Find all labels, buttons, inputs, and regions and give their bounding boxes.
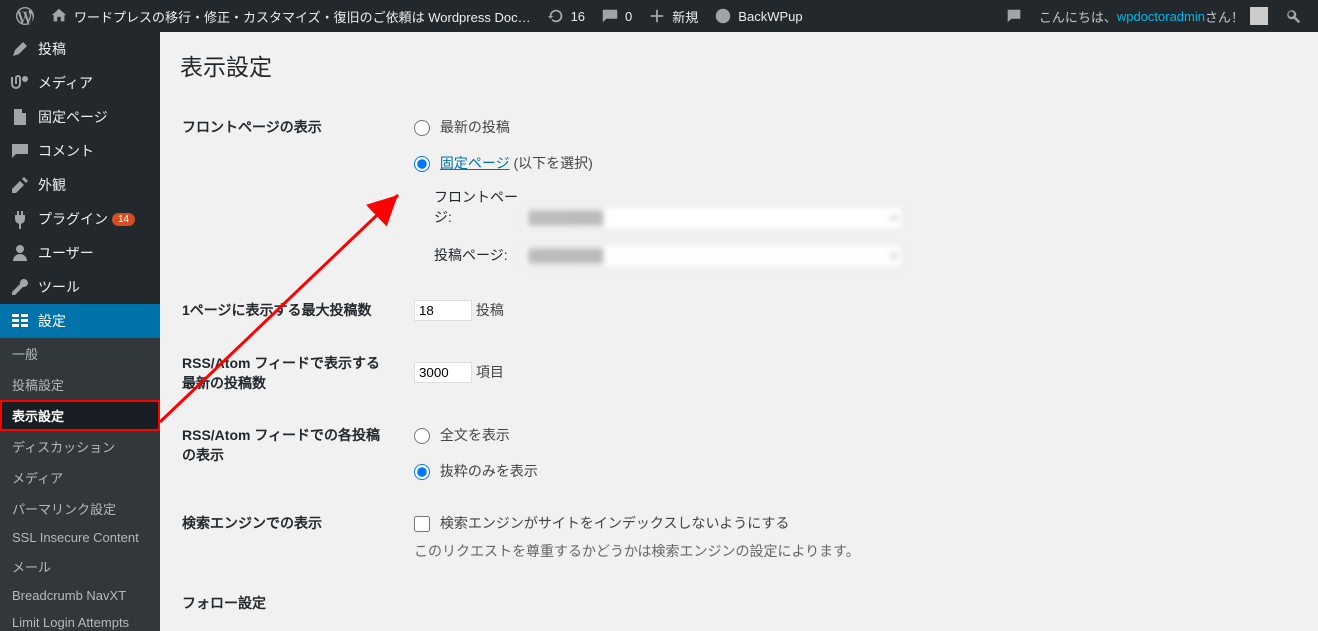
menu-pages[interactable]: 固定ページ xyxy=(0,100,160,134)
wp-logo[interactable] xyxy=(8,0,42,32)
frontpage-static-option[interactable]: 固定ページ (以下を選択) xyxy=(414,155,593,171)
admin-menu: 投稿 メディア 固定ページ コメント 外観 プラグイン14 ユーザー ツール 設… xyxy=(0,32,160,631)
greeting-prefix: こんにちは、 xyxy=(1039,7,1117,26)
search-toggle[interactable] xyxy=(1276,0,1310,32)
seo-description: このリクエストを尊重するかどうかは検索エンジンの設定によります。 xyxy=(414,541,1286,561)
content-area: 表示設定 フロントページの表示 最新の投稿 固定ページ (以下を選択) フロント… xyxy=(160,32,1318,631)
menu-appearance[interactable]: 外観 xyxy=(0,168,160,202)
submenu-permalink[interactable]: パーマリンク設定 xyxy=(0,493,160,524)
account-greeting[interactable]: こんにちは、 wpdoctoradmin さん！ xyxy=(1031,0,1276,32)
frontpage-heading: フロントページの表示 xyxy=(182,102,402,283)
rss-full-radio[interactable] xyxy=(414,428,430,444)
front-page-select[interactable]: ████████ xyxy=(523,206,903,230)
submenu-media[interactable]: メディア xyxy=(0,462,160,493)
backwpup-label: BackWPup xyxy=(738,9,802,24)
follow-heading: フォロー設定 xyxy=(182,578,402,628)
posts-per-page-heading: 1ページに表示する最大投稿数 xyxy=(182,285,402,336)
submenu-discussion[interactable]: ディスカッション xyxy=(0,431,160,462)
frontpage-static-radio[interactable] xyxy=(414,156,430,172)
rss-count-input[interactable] xyxy=(414,362,472,383)
backwpup-link[interactable]: BackWPup xyxy=(706,0,810,32)
submenu-ssl[interactable]: SSL Insecure Content xyxy=(0,524,160,551)
frontpage-latest-option[interactable]: 最新の投稿 xyxy=(414,119,510,135)
submenu-breadcrumb[interactable]: Breadcrumb NavXT xyxy=(0,582,160,609)
avatar xyxy=(1250,7,1268,25)
plus-icon xyxy=(648,7,666,25)
updates-link[interactable]: 16 xyxy=(539,0,593,32)
update-icon xyxy=(547,7,565,25)
posts-page-select-label: 投稿ページ: xyxy=(434,245,519,265)
menu-plugins[interactable]: プラグイン14 xyxy=(0,202,160,236)
submenu-lla[interactable]: Limit Login Attempts xyxy=(0,609,160,631)
settings-submenu: 一般 投稿設定 表示設定 ディスカッション メディア パーマリンク設定 SSL … xyxy=(0,338,160,631)
greeting-user: wpdoctoradmin xyxy=(1117,9,1205,24)
posts-page-select[interactable]: ████████ xyxy=(523,244,903,268)
submenu-general[interactable]: 一般 xyxy=(0,338,160,369)
comment-icon xyxy=(601,7,619,25)
seo-noindex-checkbox[interactable] xyxy=(414,516,430,532)
home-icon xyxy=(50,7,68,25)
site-title-text: ワードプレスの移行・修正・カスタマイズ・復旧のご依頼は Wordpress Do… xyxy=(74,7,531,26)
seo-heading: 検索エンジンでの表示 xyxy=(182,498,402,576)
menu-posts[interactable]: 投稿 xyxy=(0,32,160,66)
rss-full-option[interactable]: 全文を表示 xyxy=(414,427,510,443)
page-title: 表示設定 xyxy=(180,48,1298,82)
new-content-link[interactable]: 新規 xyxy=(640,0,706,32)
menu-comments[interactable]: コメント xyxy=(0,134,160,168)
rss-excerpt-radio[interactable] xyxy=(414,464,430,480)
notification-icon[interactable] xyxy=(997,0,1031,32)
static-page-link[interactable]: 固定ページ xyxy=(440,155,510,171)
search-icon xyxy=(1284,7,1302,25)
backwpup-icon xyxy=(714,7,732,25)
menu-tools[interactable]: ツール xyxy=(0,270,160,304)
comments-link[interactable]: 0 xyxy=(593,0,640,32)
posts-per-page-input[interactable] xyxy=(414,300,472,321)
update-count: 16 xyxy=(571,9,585,24)
submenu-mail[interactable]: メール xyxy=(0,551,160,582)
rss-format-heading: RSS/Atom フィードでの各投稿の表示 xyxy=(182,410,402,496)
rss-excerpt-option[interactable]: 抜粋のみを表示 xyxy=(414,463,538,479)
site-title-link[interactable]: ワードプレスの移行・修正・カスタマイズ・復旧のご依頼は Wordpress Do… xyxy=(42,0,539,32)
menu-media[interactable]: メディア xyxy=(0,66,160,100)
rss-count-heading: RSS/Atom フィードで表示する最新の投稿数 xyxy=(182,338,402,408)
seo-checkbox-label[interactable]: 検索エンジンがサイトをインデックスしないようにする xyxy=(414,515,789,531)
frontpage-latest-radio[interactable] xyxy=(414,120,430,136)
front-page-select-label: フロントページ: xyxy=(434,187,519,227)
submenu-reading[interactable]: 表示設定 xyxy=(0,400,160,431)
menu-users[interactable]: ユーザー xyxy=(0,236,160,270)
new-label: 新規 xyxy=(672,7,698,26)
greeting-suffix: さん！ xyxy=(1205,7,1244,26)
comment-count: 0 xyxy=(625,9,632,24)
plugins-badge: 14 xyxy=(112,213,135,226)
admin-bar: ワードプレスの移行・修正・カスタマイズ・復旧のご依頼は Wordpress Do… xyxy=(0,0,1318,32)
submenu-writing[interactable]: 投稿設定 xyxy=(0,369,160,400)
menu-settings[interactable]: 設定 xyxy=(0,304,160,338)
